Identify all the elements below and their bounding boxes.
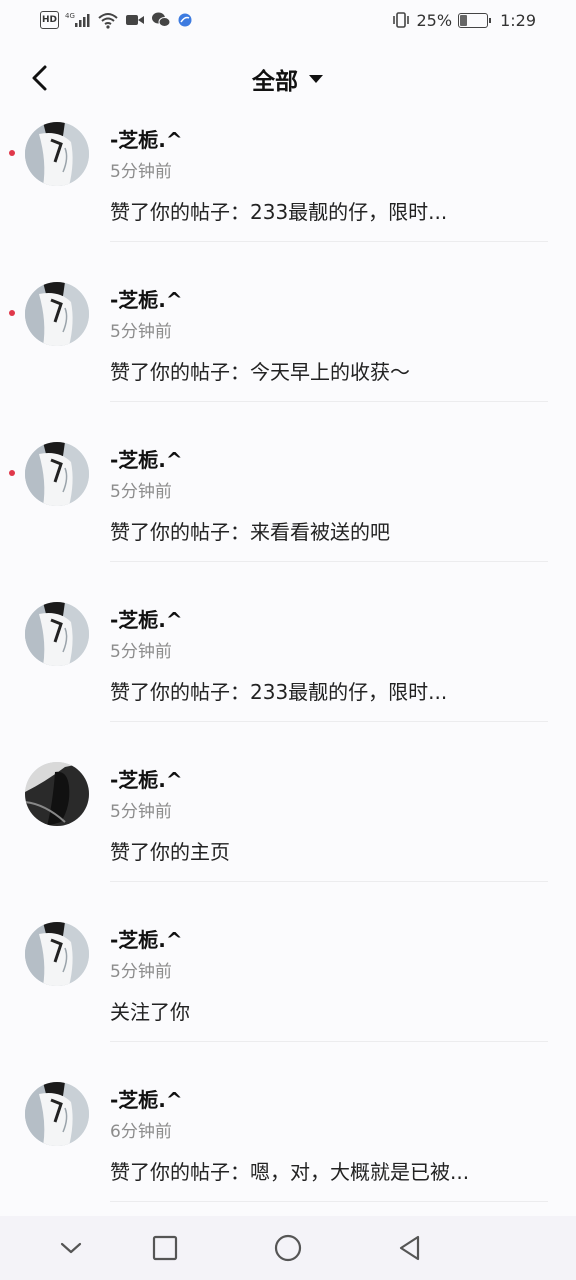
user-name[interactable]: -芝栀.^ xyxy=(110,1084,183,1113)
notification-text: 关注了你 xyxy=(110,1000,190,1024)
notification-text: 赞了你的帖子：来看看被送的吧 xyxy=(110,520,390,544)
notification-item[interactable]: -芝栀.^ 5分钟前赞了你的帖子：今天早上的收获～ xyxy=(0,280,576,440)
notification-text: 赞了你的帖子：233最靓的仔，限时... xyxy=(110,680,448,704)
network-type-label: 4G xyxy=(65,12,75,20)
timestamp: 5分钟前 xyxy=(110,962,172,982)
notification-list: -芝栀.^ 5分钟前 赞了你的帖子：233最靓的仔，限时... -芝栀.^ 5分钟前 赞了… xyxy=(0,120,576,1240)
divider xyxy=(110,881,548,882)
notification-item[interactable]: -芝栀.^ 5分钟前赞了你的帖子：233最靓的仔，限时... xyxy=(0,120,576,280)
timestamp: 5分钟前 xyxy=(110,482,172,502)
notification-item[interactable]: -芝栀.^ 5分钟前赞了你的帖子：来看看被送的吧 xyxy=(0,440,576,600)
user-name[interactable]: -芝栀.^ xyxy=(110,124,183,153)
clock: 1:29 xyxy=(500,10,536,30)
avatar[interactable] xyxy=(25,762,89,826)
caret-down-icon xyxy=(309,75,323,83)
app-icon xyxy=(177,11,193,29)
divider xyxy=(110,561,548,562)
battery-percent: 25% xyxy=(416,10,453,30)
notification-text: 赞了你的帖子：今天早上的收获～ xyxy=(110,360,410,384)
avatar[interactable] xyxy=(25,1082,89,1146)
notification-item[interactable]: -芝栀.^ 5分钟前赞了你的主页 xyxy=(0,760,576,920)
nav-back-button[interactable] xyxy=(392,1230,428,1266)
status-bar: HD 4G 25% 1:29 xyxy=(0,0,576,40)
avatar[interactable] xyxy=(25,442,89,506)
hd-icon: HD xyxy=(40,11,60,29)
user-name[interactable]: -芝栀.^ xyxy=(110,284,183,313)
divider xyxy=(110,1041,548,1042)
status-left: HD 4G xyxy=(40,11,193,29)
status-right: 25% 1:29 xyxy=(391,10,536,30)
avatar[interactable] xyxy=(25,122,89,186)
battery-icon xyxy=(458,12,492,28)
home-button[interactable] xyxy=(270,1230,306,1266)
recents-button[interactable] xyxy=(147,1230,183,1266)
page-header: 全部 xyxy=(0,44,576,112)
divider xyxy=(110,241,548,242)
unread-dot xyxy=(9,310,15,316)
user-name[interactable]: -芝栀.^ xyxy=(110,764,183,793)
home-circle-icon xyxy=(274,1234,302,1262)
avatar[interactable] xyxy=(25,602,89,666)
collapse-button[interactable] xyxy=(53,1230,89,1266)
page-title: 全部 xyxy=(252,69,298,95)
timestamp: 5分钟前 xyxy=(110,322,172,342)
vibrate-icon xyxy=(391,11,411,29)
user-name[interactable]: -芝栀.^ xyxy=(110,444,183,473)
notification-text: 赞了你的帖子：嗯，对，大概就是已被... xyxy=(110,1160,470,1184)
notification-item[interactable]: -芝栀.^ 5分钟前赞了你的帖子：233最靓的仔，限时... xyxy=(0,600,576,760)
filter-dropdown[interactable]: 全部 xyxy=(0,62,576,96)
divider xyxy=(110,1201,548,1202)
video-icon xyxy=(125,11,145,29)
wifi-icon xyxy=(97,11,119,29)
system-nav-bar xyxy=(0,1216,576,1280)
timestamp: 5分钟前 xyxy=(110,162,172,182)
notification-item[interactable]: -芝栀.^ 5分钟前关注了你 xyxy=(0,920,576,1080)
back-triangle-icon xyxy=(399,1235,420,1261)
user-name[interactable]: -芝栀.^ xyxy=(110,924,183,953)
avatar[interactable] xyxy=(25,282,89,346)
avatar[interactable] xyxy=(25,922,89,986)
signal-icon: 4G xyxy=(65,11,91,29)
recents-square-icon xyxy=(152,1235,178,1261)
timestamp: 5分钟前 xyxy=(110,802,172,822)
notification-text: 赞了你的主页 xyxy=(110,840,230,864)
battery-level xyxy=(460,14,468,26)
divider xyxy=(110,401,548,402)
wechat-icon xyxy=(151,11,171,29)
notification-text: 赞了你的帖子：233最靓的仔，限时... xyxy=(110,200,448,224)
unread-dot xyxy=(9,150,15,156)
unread-dot xyxy=(9,470,15,476)
user-name[interactable]: -芝栀.^ xyxy=(110,604,183,633)
collapse-chevron-icon xyxy=(60,1242,82,1254)
timestamp: 6分钟前 xyxy=(110,1122,172,1142)
divider xyxy=(110,721,548,722)
timestamp: 5分钟前 xyxy=(110,642,172,662)
